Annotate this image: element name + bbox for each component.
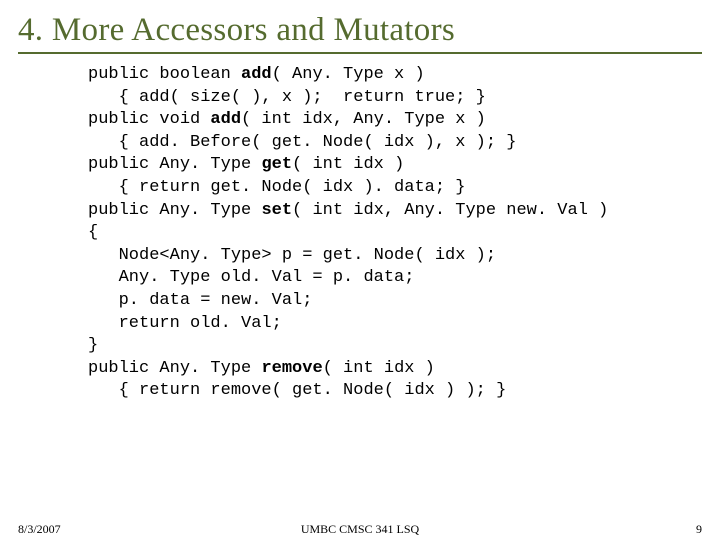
code-line-5a: public Any. Type (88, 155, 261, 174)
title-underline: 4. More Accessors and Mutators (18, 12, 702, 54)
code-line-3a: public void (88, 110, 210, 129)
code-line-14a: public Any. Type (88, 359, 261, 378)
code-line-1c: ( Any. Type x ) (272, 65, 425, 84)
footer-page-number: 9 (696, 522, 702, 537)
code-line-8: { (88, 223, 98, 242)
code-line-3b: add (210, 110, 241, 129)
code-line-5c: ( int idx ) (292, 155, 404, 174)
code-line-11: p. data = new. Val; (88, 291, 312, 310)
code-line-2: { add( size( ), x ); return true; } (88, 88, 486, 107)
code-line-9: Node<Any. Type> p = get. Node( idx ); (88, 246, 496, 265)
code-line-6: { return get. Node( idx ). data; } (88, 178, 465, 197)
slide: 4. More Accessors and Mutators public bo… (0, 0, 720, 540)
code-line-13: } (88, 336, 98, 355)
code-line-12: return old. Val; (88, 314, 282, 333)
code-block: public boolean add( Any. Type x ) { add(… (88, 64, 702, 403)
code-line-14b: remove (261, 359, 322, 378)
code-line-15: { return remove( get. Node( idx ) ); } (88, 381, 506, 400)
code-line-1b: add (241, 65, 272, 84)
code-line-14c: ( int idx ) (323, 359, 435, 378)
code-line-7c: ( int idx, Any. Type new. Val ) (292, 201, 608, 220)
slide-title: 4. More Accessors and Mutators (18, 12, 702, 50)
code-line-10: Any. Type old. Val = p. data; (88, 268, 414, 287)
code-line-7b: set (261, 201, 292, 220)
code-line-4: { add. Before( get. Node( idx ), x ); } (88, 133, 516, 152)
code-line-3c: ( int idx, Any. Type x ) (241, 110, 486, 129)
code-line-7a: public Any. Type (88, 201, 261, 220)
code-line-5b: get (261, 155, 292, 174)
footer-center: UMBC CMSC 341 LSQ (0, 522, 720, 537)
code-line-1a: public boolean (88, 65, 241, 84)
